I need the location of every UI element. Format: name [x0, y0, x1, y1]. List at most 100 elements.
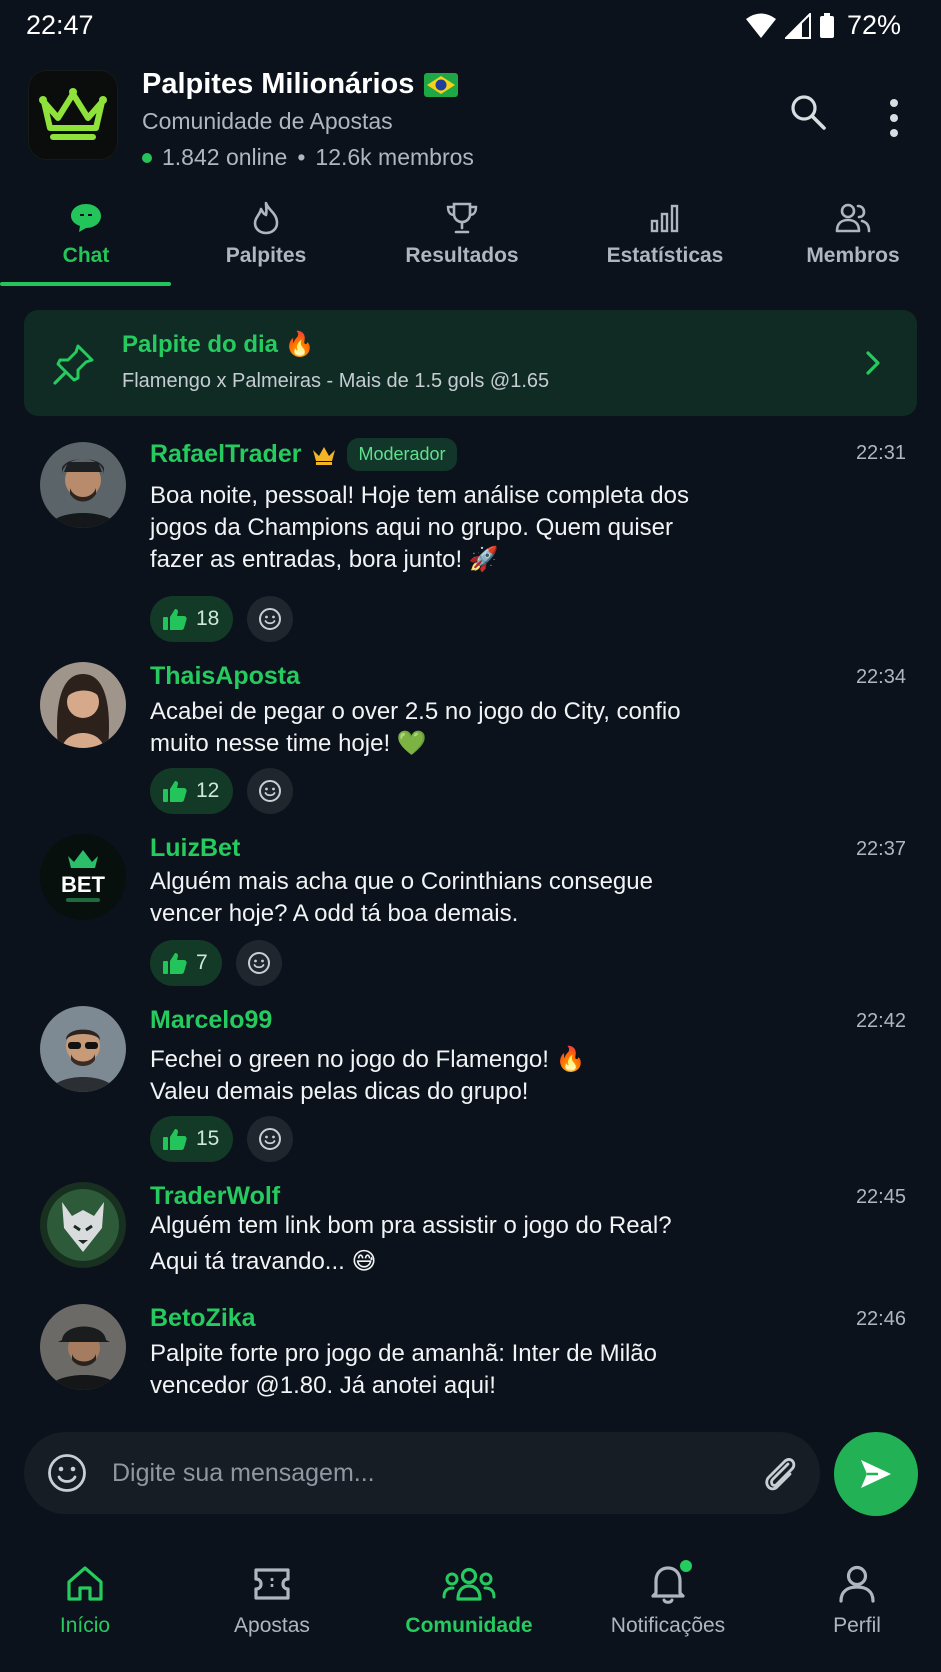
sender-name[interactable]: TraderWolf: [150, 1182, 280, 1211]
message-line: Boa noite, pessoal! Hoje tem análise com…: [150, 482, 689, 509]
tab-chat[interactable]: Chat: [26, 200, 146, 284]
sender-name[interactable]: LuizBet: [150, 834, 240, 863]
message-input[interactable]: [112, 1446, 732, 1500]
search-button[interactable]: [788, 92, 832, 136]
nav-perfil[interactable]: Perfil: [820, 1562, 894, 1638]
smiley-icon: [247, 952, 270, 974]
tab-membros[interactable]: Membros: [796, 200, 910, 284]
like-button[interactable]: 12: [150, 768, 234, 814]
tab-estatisticas[interactable]: Estatísticas: [590, 200, 740, 284]
bar-chart-icon: [650, 204, 679, 233]
pinned-message[interactable]: Palpite do dia 🔥 Flamengo x Palmeiras - …: [24, 310, 917, 416]
pinned-text: Flamengo x Palmeiras - Mais de 1.5 gols …: [122, 370, 550, 392]
sender-name-text: ThaisAposta: [150, 662, 301, 690]
sender-name-text: BetoZika: [150, 1304, 256, 1332]
add-reaction-button[interactable]: [247, 1116, 294, 1162]
crown-icon: [39, 88, 107, 140]
thumbs-up-icon: [163, 609, 187, 630]
nav-comunidade[interactable]: Comunidade: [398, 1562, 540, 1638]
notification-dot: [678, 1558, 694, 1574]
nav-label: Apostas: [234, 1614, 310, 1637]
flame-icon: [253, 201, 279, 235]
like-count: 12: [196, 779, 220, 802]
like-count: 15: [196, 1127, 220, 1150]
online-indicator: [142, 152, 152, 163]
emoji-icon[interactable]: [46, 1452, 88, 1494]
avatar[interactable]: [40, 1304, 126, 1390]
sender-name-text: Marcelo99: [150, 1006, 273, 1034]
smiley-icon: [259, 1128, 282, 1150]
green-heart-emoji: 💚: [396, 730, 427, 757]
avatar-image: [40, 662, 126, 748]
message-line: Acabei de pegar o over 2.5 no jogo do Ci…: [150, 698, 681, 725]
reaction-row: 15: [150, 1116, 294, 1162]
group-title: Palpites Milionários: [142, 68, 459, 101]
status-icons: 72%: [745, 10, 901, 41]
thumbs-up-icon: [163, 953, 187, 974]
more-vertical-icon: [890, 99, 898, 137]
pinned-title: Palpite do dia 🔥: [122, 330, 315, 359]
battery-icon: [819, 12, 834, 38]
fire-emoji: 🔥: [555, 1046, 586, 1073]
tab-palpites[interactable]: Palpites: [196, 200, 336, 284]
message-text: Boa noite, pessoal! Hoje tem análise com…: [150, 480, 750, 576]
paperclip-icon[interactable]: [760, 1452, 800, 1494]
avatar[interactable]: [40, 1006, 126, 1092]
thumbs-up-icon: [163, 781, 187, 802]
reaction-row: 18: [150, 596, 294, 642]
message-text: Alguém mais acha que o Corinthians conse…: [150, 866, 750, 930]
like-button[interactable]: 15: [150, 1116, 234, 1162]
users-icon: [835, 203, 871, 233]
tab-label: Chat: [62, 244, 110, 267]
tab-label: Membros: [806, 244, 900, 267]
tab-label: Palpites: [225, 244, 307, 267]
message-text: Palpite forte pro jogo de amanhã: Inter …: [150, 1338, 750, 1402]
trophy-icon: [446, 202, 478, 234]
sender-name[interactable]: BetoZika: [150, 1304, 256, 1333]
nav-notificacoes[interactable]: Notificações: [604, 1558, 732, 1638]
add-reaction-button[interactable]: [247, 596, 294, 642]
tab-resultados[interactable]: Resultados: [376, 200, 548, 284]
message-text: Acabei de pegar o over 2.5 no jogo do Ci…: [150, 696, 750, 760]
tab-bar: Chat Palpites Resultados Estatísticas Me…: [0, 200, 941, 286]
avatar-text: BET: [61, 872, 106, 897]
message-line: Valeu demais pelas dicas do grupo!: [150, 1078, 529, 1105]
sender-name[interactable]: ThaisAposta: [150, 662, 300, 691]
avatar[interactable]: [40, 442, 126, 528]
sender-name[interactable]: Marcelo99: [150, 1006, 272, 1035]
more-options-button[interactable]: [876, 96, 912, 140]
nav-apostas[interactable]: Apostas: [220, 1562, 324, 1638]
avatar[interactable]: [40, 1182, 126, 1268]
message-line-with-emoji: Fechei o green no jogo do Flamengo! 🔥: [150, 1044, 750, 1076]
message-line: Alguém mais acha que o Corinthians conse…: [150, 868, 653, 895]
pin-icon: [53, 344, 94, 385]
add-reaction-button[interactable]: [235, 940, 282, 986]
like-count: 18: [196, 607, 220, 630]
bottom-navigation: Início Apostas Comunidade Notificações P…: [0, 1550, 941, 1672]
message-text: Alguém tem link bom pra assistir o jogo …: [150, 1208, 750, 1280]
message-time: 22:46: [855, 1308, 906, 1330]
send-button[interactable]: [834, 1432, 918, 1516]
sender-name[interactable]: RafaelTrader Moderador: [150, 438, 457, 471]
like-button[interactable]: 18: [150, 596, 234, 642]
avatar-image: [40, 1304, 126, 1390]
like-button[interactable]: 7: [150, 940, 222, 986]
sweat-smile-emoji: 😅: [351, 1248, 377, 1275]
crown-badge-icon: [313, 446, 336, 465]
avatar-image: BET: [40, 834, 126, 920]
avatar-image: [40, 1182, 126, 1268]
add-reaction-button[interactable]: [247, 768, 294, 814]
avatar[interactable]: BET: [40, 834, 126, 920]
signal-icon: [784, 12, 811, 39]
group-name: Palpites Milionários: [142, 68, 415, 100]
chat-bubble-icon: [71, 204, 101, 232]
community-icon: [442, 1567, 496, 1601]
online-count: 1.842 online: [162, 144, 288, 170]
message-time: 22:42: [855, 1010, 906, 1032]
nav-inicio[interactable]: Início: [40, 1562, 130, 1638]
group-avatar[interactable]: [28, 70, 118, 160]
moderator-badge: Moderador: [347, 438, 457, 471]
avatar[interactable]: [40, 662, 126, 748]
message-line-with-emoji: fazer as entradas, bora junto! 🚀: [150, 544, 750, 576]
message-line: jogos da Champions aqui no grupo. Quem q…: [150, 514, 673, 541]
